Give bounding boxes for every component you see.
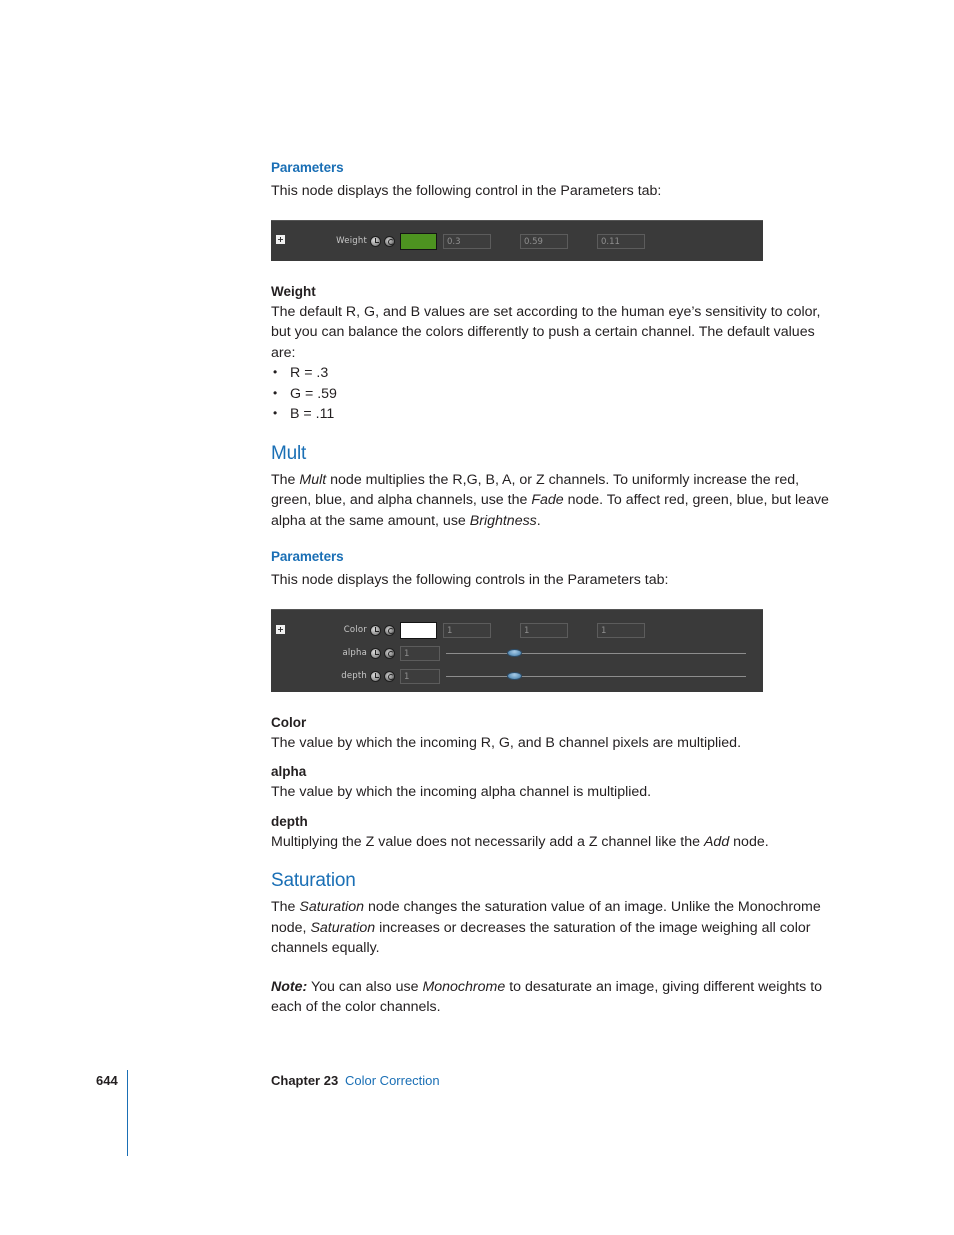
alpha-slider-thumb[interactable]: [507, 648, 522, 657]
paragraph-mult-parameters-intro: This node displays the following control…: [271, 572, 669, 588]
heading-weight: Weight: [271, 283, 316, 299]
mult-em-fade: Fade: [531, 492, 564, 508]
knob-icon[interactable]: [384, 670, 395, 682]
paragraph-weight-parameters-intro: This node displays the following control…: [271, 183, 662, 199]
paragraph-alpha-body: The value by which the incoming alpha ch…: [271, 784, 652, 800]
paragraph-saturation-body: The Saturation node changes the saturati…: [271, 897, 831, 959]
stopwatch-icon[interactable]: [370, 235, 381, 247]
weight-b-field[interactable]: 0.11: [597, 233, 645, 249]
stopwatch-icon[interactable]: [370, 647, 381, 659]
weight-default-values-list: R = .3 G = .59 B = .11: [271, 362, 831, 425]
weight-parameter-panel[interactable]: + Weight 0.3 0.59 0.11: [271, 219, 763, 261]
page-footer: 644 Chapter 23 Color Correction: [0, 1060, 954, 1180]
list-item: G = .59: [271, 383, 831, 405]
page-number: 644: [96, 1073, 118, 1088]
depth-text-pre: Multiplying the Z value does not necessa…: [271, 833, 704, 850]
footer-rule: [127, 1070, 128, 1156]
heading-alpha: alpha: [271, 764, 307, 779]
sat-text-pre: The: [271, 899, 300, 915]
heading-color: Color: [271, 714, 307, 730]
heading-mult: Mult: [271, 442, 307, 464]
stopwatch-icon[interactable]: [370, 670, 381, 682]
mult-em-brightness: Brightness: [469, 512, 537, 529]
heading-depth: depth: [271, 813, 308, 829]
paragraph-depth-body: Multiplying the Z value does not necessa…: [271, 832, 831, 853]
depth-em-add: Add: [703, 833, 730, 850]
list-item: R = .3: [271, 362, 831, 384]
footer-chapter-title: Color Correction: [345, 1073, 440, 1088]
sat-em-1: Saturation: [299, 899, 365, 915]
depth-row-label: depth: [341, 670, 367, 681]
weight-row[interactable]: Weight 0.3 0.59 0.11: [271, 230, 763, 252]
color-row-label: Color: [343, 624, 367, 635]
knob-icon[interactable]: [384, 647, 395, 659]
color-r-field[interactable]: 1: [443, 622, 491, 638]
alpha-value-field[interactable]: 1: [400, 645, 440, 661]
note-em-monochrome: Monochrome: [422, 978, 506, 995]
alpha-slider-track[interactable]: [446, 652, 746, 654]
depth-slider-track[interactable]: [446, 675, 746, 677]
knob-icon[interactable]: [384, 624, 395, 636]
heading-saturation: Saturation: [271, 870, 356, 891]
paragraph-color-body: The value by which the incoming R, G, an…: [271, 734, 742, 751]
mult-em-mult: Mult: [299, 471, 327, 488]
weight-row-label: Weight: [336, 235, 367, 246]
depth-text-end: node.: [729, 833, 769, 850]
alpha-row[interactable]: alpha 1: [271, 642, 763, 664]
color-b-field[interactable]: 1: [597, 622, 645, 638]
mult-text-pre: The: [271, 471, 300, 488]
depth-slider-thumb[interactable]: [507, 671, 522, 680]
depth-value-field[interactable]: 1: [400, 668, 440, 684]
color-color-swatch[interactable]: [400, 621, 437, 639]
paragraph-mult-body: The Mult node multiplies the R,G, B, A, …: [271, 470, 831, 532]
paragraph-weight-body: The default R, G, and B values are set a…: [271, 303, 821, 361]
knob-icon[interactable]: [384, 235, 395, 247]
weight-g-field[interactable]: 0.59: [520, 233, 568, 249]
weight-r-field[interactable]: 0.3: [443, 233, 491, 249]
depth-row[interactable]: depth 1: [271, 665, 763, 687]
heading-parameters-weight: Parameters: [271, 160, 344, 175]
color-g-field[interactable]: 1: [520, 622, 568, 638]
footer-chapter-number: Chapter 23: [271, 1073, 339, 1088]
page-content: Parameters This node displays the follow…: [271, 160, 831, 1018]
heading-parameters-mult: Parameters: [271, 549, 344, 564]
color-row[interactable]: Color 1 1 1: [271, 619, 763, 641]
stopwatch-icon[interactable]: [370, 624, 381, 636]
weight-color-swatch[interactable]: [400, 232, 437, 250]
alpha-row-label: alpha: [342, 647, 367, 658]
document-page: Parameters This node displays the follow…: [0, 0, 954, 1235]
note-text-pre: You can also use: [307, 978, 423, 995]
sat-em-2: Saturation: [310, 919, 376, 936]
mult-text-end: .: [536, 512, 541, 529]
list-item: B = .11: [271, 403, 831, 425]
paragraph-note: Note: You can also use Monochrome to des…: [271, 977, 831, 1018]
mult-parameter-panel[interactable]: + Color 1 1 1 alpha 1 depth 1: [271, 608, 763, 692]
note-label: Note:: [271, 978, 308, 995]
